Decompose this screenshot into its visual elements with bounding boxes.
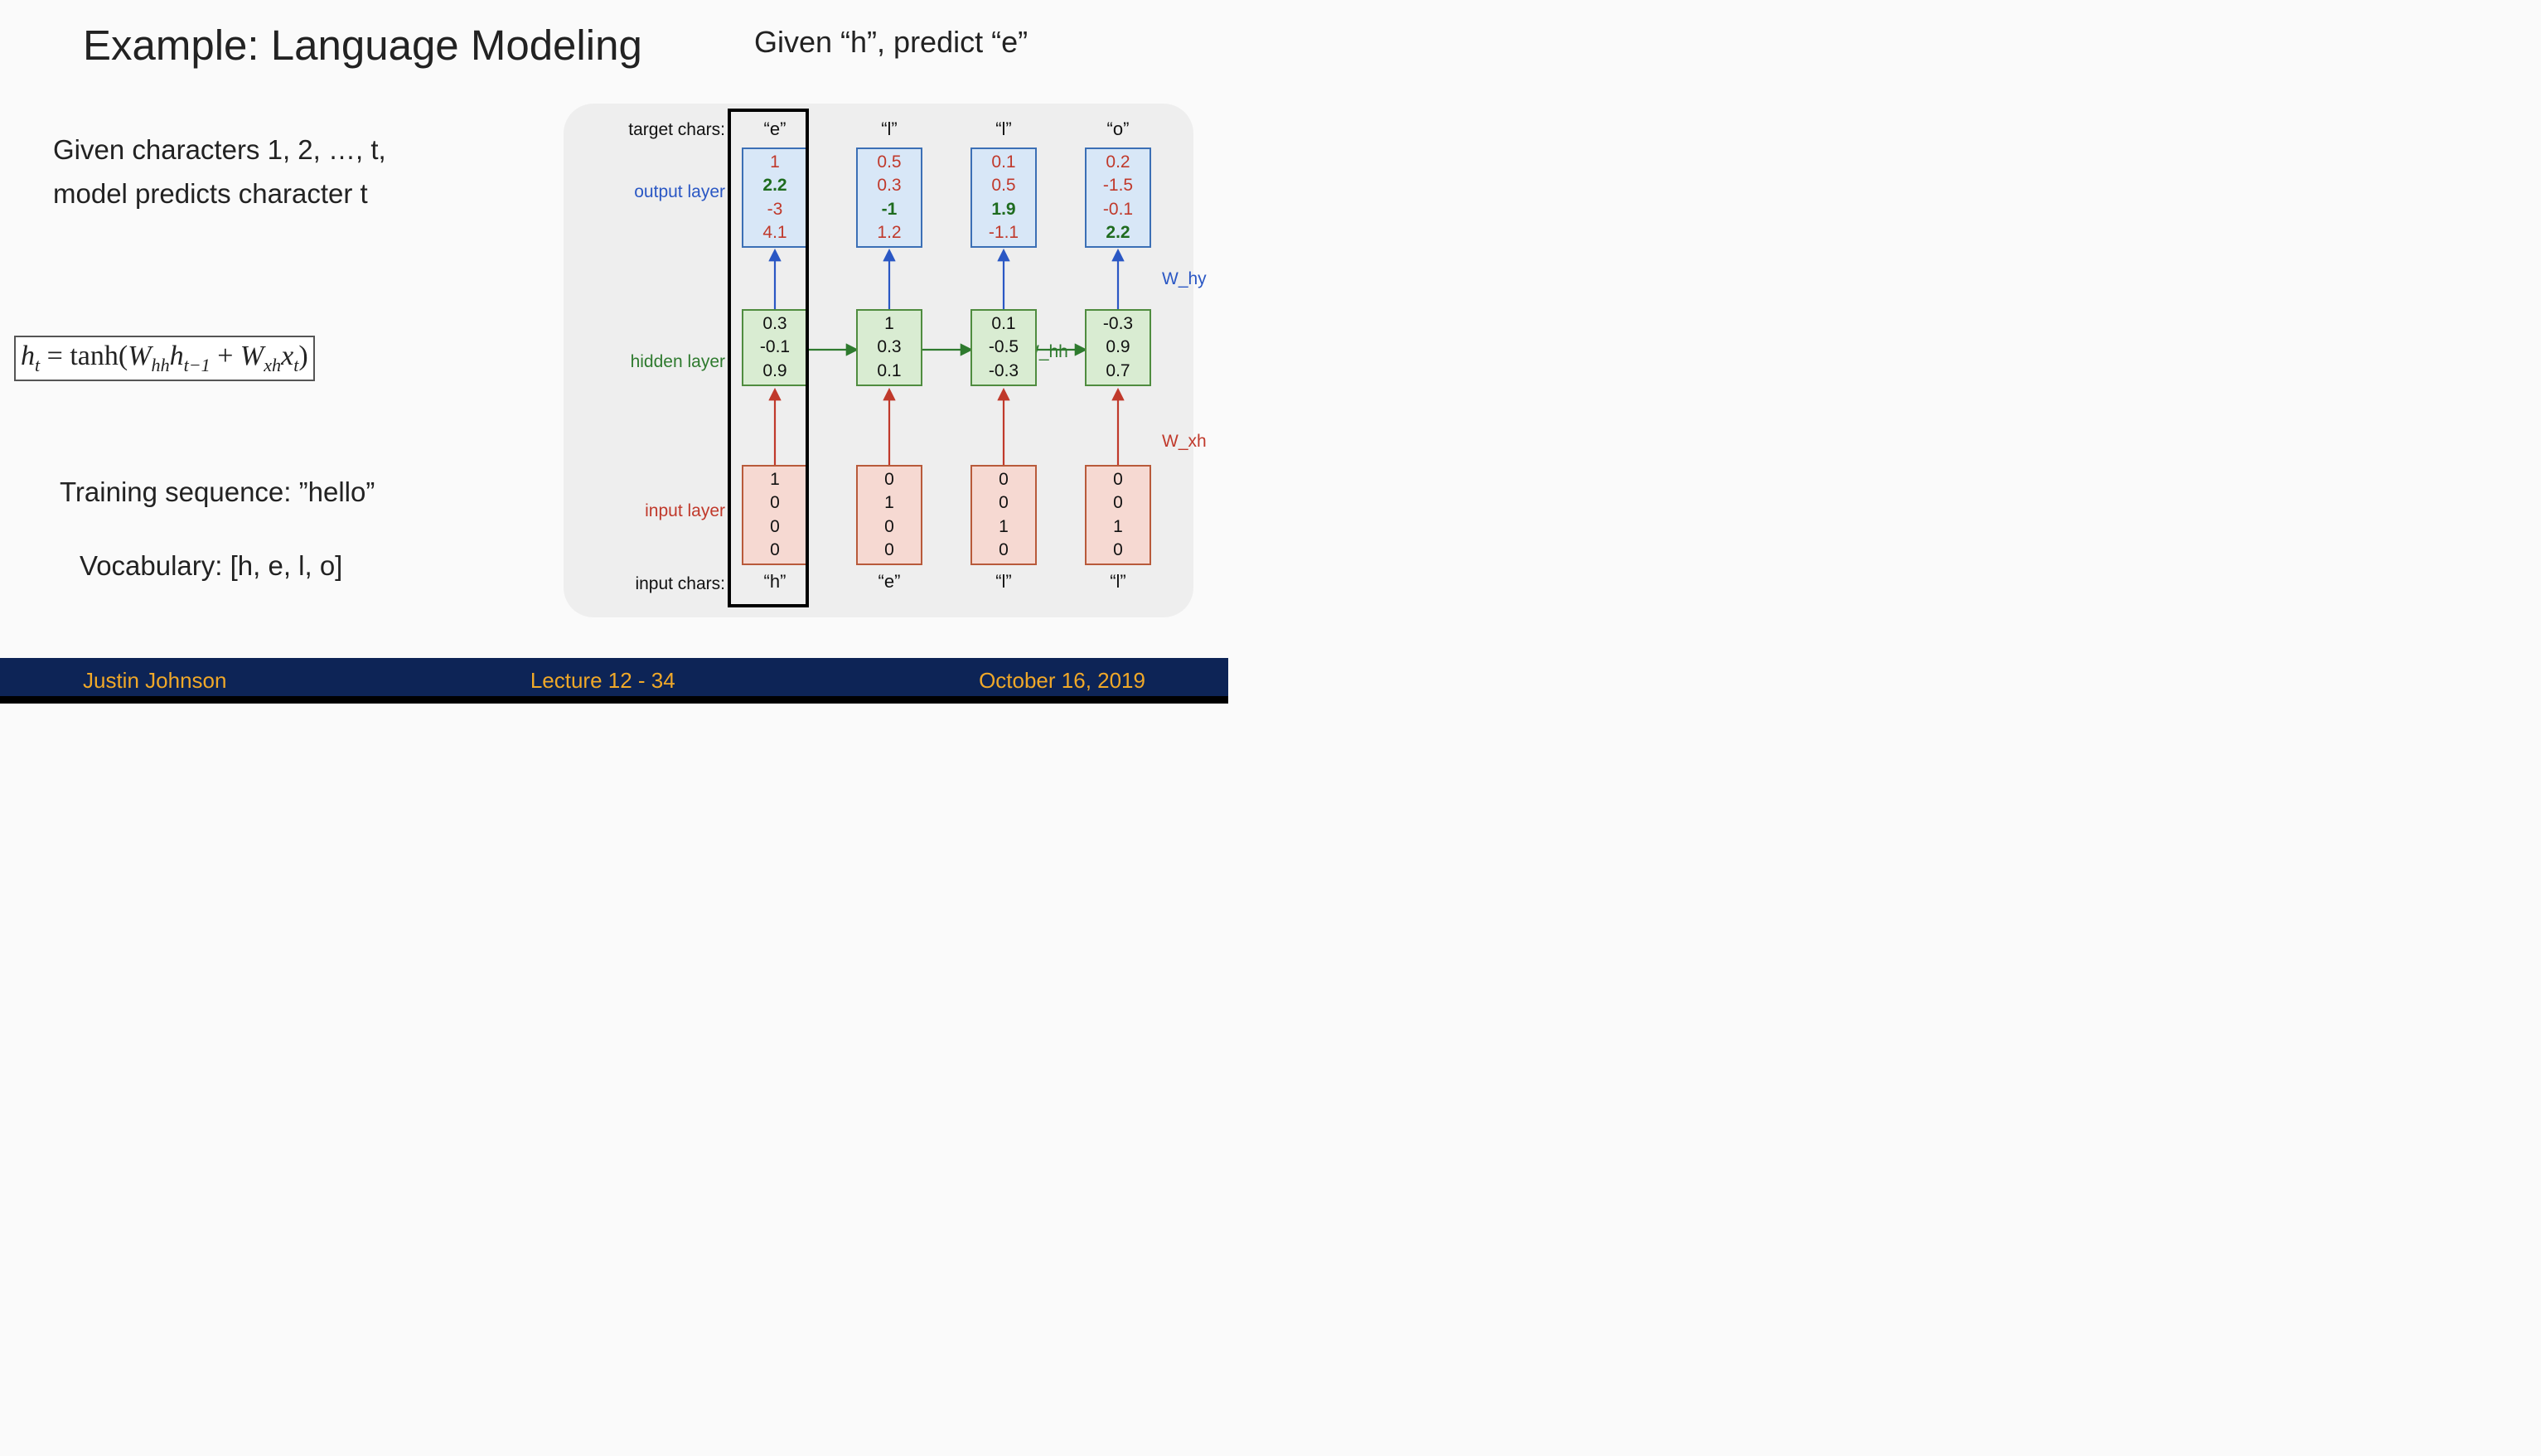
timestep-4: “o” 0.2-1.5-0.12.2 -0.30.90.7 0010 “l”: [1077, 104, 1159, 617]
input-char: “l”: [962, 571, 1045, 593]
weight-label-wxh: W_xh: [1162, 432, 1207, 452]
rnn-formula: ht = tanh(Whhht−1 + Wxhxt): [14, 336, 315, 381]
label-output-layer: output layer: [564, 182, 725, 202]
input-vector: 0100: [856, 465, 922, 565]
label-target-chars: target chars:: [564, 120, 725, 140]
vocabulary-text: Vocabulary: [h, e, l, o]: [80, 550, 342, 582]
input-char: “h”: [733, 571, 816, 593]
label-input-chars: input chars:: [564, 574, 725, 594]
target-char: “l”: [848, 119, 931, 140]
footer-date: October 16, 2019: [979, 668, 1145, 694]
intro-line-1: Given characters 1, 2, …, t,: [53, 128, 534, 172]
weight-label-why: W_hy: [1162, 269, 1207, 289]
label-input-layer: input layer: [564, 501, 725, 521]
hidden-vector: 10.30.1: [856, 309, 922, 386]
target-char: “e”: [733, 119, 816, 140]
slide-subtitle: Given “h”, predict “e”: [754, 25, 1028, 60]
footer-author: Justin Johnson: [83, 668, 226, 694]
target-char: “o”: [1077, 119, 1159, 140]
slide: Example: Language Modeling Given “h”, pr…: [0, 0, 1228, 704]
input-vector: 1000: [742, 465, 808, 565]
target-char: “l”: [962, 119, 1045, 140]
hidden-vector: 0.3-0.10.9: [742, 309, 808, 386]
output-vector: 0.50.3-11.2: [856, 148, 922, 248]
output-vector: 0.2-1.5-0.12.2: [1085, 148, 1151, 248]
label-hidden-layer: hidden layer: [564, 352, 725, 372]
input-char: “l”: [1077, 571, 1159, 593]
hidden-vector: -0.30.90.7: [1085, 309, 1151, 386]
timestep-1: “e” 12.2-34.1 0.3-0.10.9 1000 “h”: [733, 104, 816, 617]
footer-lecture: Lecture 12 - 34: [530, 668, 675, 694]
slide-title: Example: Language Modeling: [83, 21, 642, 70]
intro-line-2: model predicts character t: [53, 172, 534, 216]
timestep-3: “l” 0.10.51.9-1.1 0.1-0.5-0.3 0010 “l”: [962, 104, 1045, 617]
rnn-diagram: target chars: output layer hidden layer …: [564, 104, 1193, 617]
timestep-2: “l” 0.50.3-11.2 10.30.1 0100 “e”: [848, 104, 931, 617]
output-vector: 0.10.51.9-1.1: [970, 148, 1037, 248]
input-vector: 0010: [1085, 465, 1151, 565]
input-char: “e”: [848, 571, 931, 593]
hidden-vector: 0.1-0.5-0.3: [970, 309, 1037, 386]
training-sequence-text: Training sequence: ”hello”: [60, 476, 375, 508]
bottom-black-strip: [0, 696, 1228, 704]
input-vector: 0010: [970, 465, 1037, 565]
intro-text: Given characters 1, 2, …, t, model predi…: [53, 128, 534, 216]
output-vector: 12.2-34.1: [742, 148, 808, 248]
